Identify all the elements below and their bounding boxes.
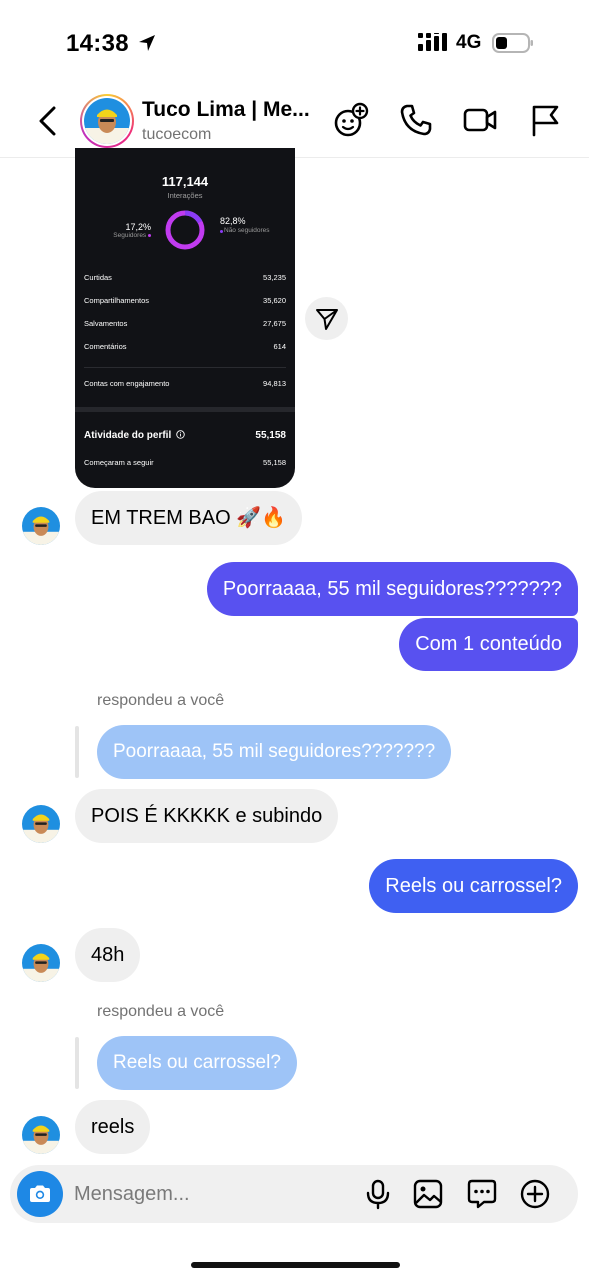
metric-row: Comentários 614 <box>84 342 286 351</box>
metric-value: 53,235 <box>263 273 286 282</box>
profile-activity-label: Atividade do perfil <box>84 430 185 441</box>
sender-avatar[interactable] <box>22 944 60 982</box>
engagement-value: 94,813 <box>263 379 286 388</box>
reply-context-label: respondeu a você <box>97 1003 225 1020</box>
started-following-label: Começaram a seguir <box>84 458 154 467</box>
forward-share-button[interactable] <box>305 297 348 340</box>
sender-avatar[interactable] <box>22 1116 60 1154</box>
incoming-message[interactable]: POIS É KKKKK e subindo <box>75 789 339 843</box>
metric-value: 35,620 <box>263 296 286 305</box>
message-composer <box>10 1165 578 1223</box>
message-input[interactable] <box>74 1165 344 1223</box>
reply-context-label: respondeu a você <box>97 692 225 709</box>
interactions-label: Interações <box>167 191 203 200</box>
non-followers-label-row: Não seguidores <box>220 227 270 235</box>
info-icon <box>176 430 185 439</box>
reply-quote-bar <box>75 726 79 778</box>
non-followers-legend-dot <box>220 230 223 233</box>
non-followers-label: Não seguidores <box>224 227 270 234</box>
followers-donut-chart <box>165 210 205 250</box>
followers-percent: 17,2% <box>125 222 151 232</box>
avatar-image <box>22 1116 60 1154</box>
microphone-icon[interactable] <box>362 1178 394 1210</box>
send-paper-plane-icon <box>316 309 338 330</box>
add-plus-icon[interactable] <box>519 1178 551 1210</box>
avatar-image <box>22 944 60 982</box>
card-section-divider <box>75 407 295 412</box>
metric-value: 27,675 <box>263 319 286 328</box>
battery-icon <box>492 33 533 53</box>
stickers-effects-icon[interactable] <box>333 102 369 138</box>
avatar-image <box>22 507 60 545</box>
outgoing-message[interactable]: Reels ou carrossel? <box>369 859 578 913</box>
quoted-message[interactable]: Poorraaaa, 55 mil seguidores??????? <box>97 725 452 779</box>
status-bar: 14:38 4G <box>0 0 589 88</box>
home-indicator <box>191 1262 400 1268</box>
camera-icon <box>30 1185 50 1202</box>
followers-label-row: Seguidores <box>97 232 151 239</box>
metric-label: Curtidas <box>84 273 112 282</box>
sender-avatar[interactable] <box>22 507 60 545</box>
signal-strength-icon <box>418 33 447 51</box>
metric-row: Curtidas 53,235 <box>84 273 286 282</box>
sticker-chat-icon[interactable] <box>466 1178 498 1210</box>
sender-avatar[interactable] <box>22 805 60 843</box>
incoming-message[interactable]: reels <box>75 1100 151 1154</box>
metric-value: 614 <box>273 342 286 351</box>
quoted-message[interactable]: Reels ou carrossel? <box>97 1036 297 1090</box>
location-arrow-icon <box>139 35 155 51</box>
engagement-row: Contas com engajamento 94,813 <box>84 379 286 388</box>
outgoing-message[interactable]: Poorraaaa, 55 mil seguidores??????? <box>206 562 578 616</box>
camera-button[interactable] <box>17 1171 63 1217</box>
metric-row: Salvamentos 27,675 <box>84 319 286 328</box>
reply-quote-bar <box>75 1037 79 1089</box>
avatar-image <box>84 98 130 144</box>
metric-label: Comentários <box>84 342 127 351</box>
profile-activity-text: Atividade do perfil <box>84 430 172 441</box>
report-flag-icon[interactable] <box>527 102 563 138</box>
back-arrow-icon[interactable] <box>34 105 60 137</box>
followers-legend-dot <box>148 234 151 237</box>
profile-activity-value: 55,158 <box>255 430 286 441</box>
contact-name[interactable]: Tuco Lima | Me... <box>142 98 322 122</box>
engagement-label: Contas com engajamento <box>84 379 170 388</box>
metric-label: Compartilhamentos <box>84 296 150 305</box>
incoming-message[interactable]: 48h <box>75 928 141 982</box>
metric-label: Salvamentos <box>84 319 128 328</box>
interactions-total: 117,144 <box>161 174 209 189</box>
video-call-icon[interactable] <box>462 102 498 138</box>
outgoing-message[interactable]: Com 1 conteúdo <box>399 618 578 671</box>
phone-call-icon[interactable] <box>398 102 434 138</box>
metric-row: Compartilhamentos 35,620 <box>84 296 286 305</box>
avatar-image <box>22 805 60 843</box>
non-followers-percent: 82,8% <box>220 216 246 226</box>
card-divider <box>84 367 286 368</box>
status-time: 14:38 <box>66 30 129 57</box>
contact-avatar[interactable] <box>80 94 134 148</box>
contact-username[interactable]: tucoecom <box>142 126 211 144</box>
followers-label: Seguidores <box>113 232 147 239</box>
started-following-row: Começaram a seguir 55,158 <box>84 458 286 467</box>
gallery-image-icon[interactable] <box>412 1178 444 1210</box>
shared-insights-card[interactable]: 117,144 Interações 17,2% Seguidores 82,8… <box>75 148 295 488</box>
started-following-value: 55,158 <box>263 458 286 467</box>
incoming-message[interactable]: EM TREM BAO 🚀🔥 <box>75 491 303 545</box>
network-type: 4G <box>456 32 482 53</box>
